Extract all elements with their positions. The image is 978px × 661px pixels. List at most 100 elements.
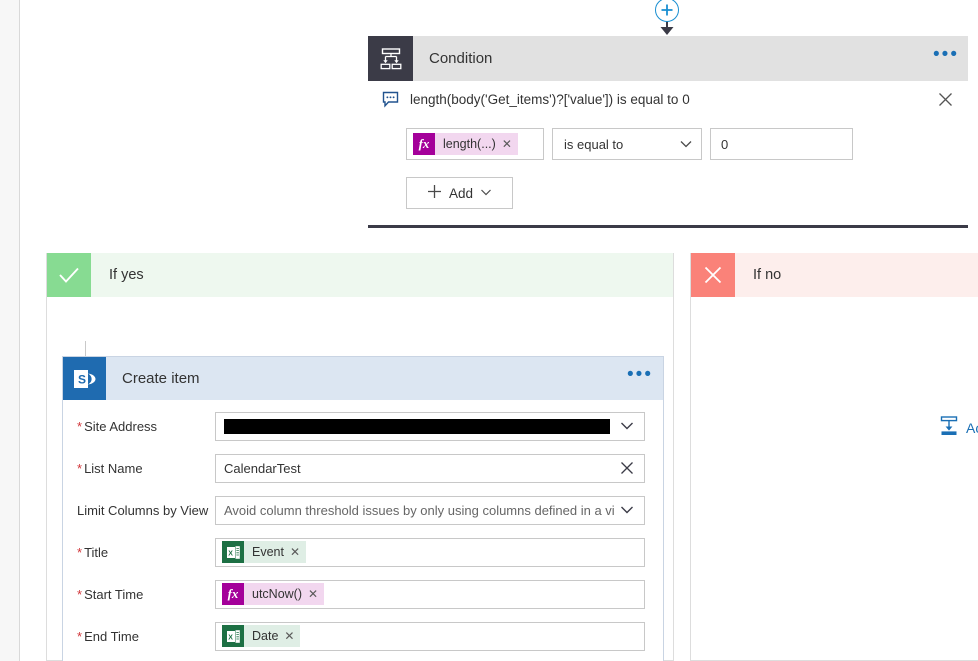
list-name-value: CalendarTest bbox=[224, 460, 301, 476]
limit-columns-dropdown[interactable]: Avoid column threshold issues by only us… bbox=[215, 495, 645, 525]
condition-summary-row: length(body('Get_items')?['value']) is e… bbox=[368, 81, 968, 118]
branch-if-no-body: Ac bbox=[691, 297, 978, 661]
start-time-input[interactable]: fx utcNow() ✕ bbox=[215, 579, 645, 609]
branch-if-no: If no Ac bbox=[690, 253, 978, 661]
field-label-limit-columns-by-view: Limit Columns by View bbox=[77, 502, 209, 518]
excel-icon: X bbox=[222, 541, 244, 563]
create-item-card-body: * Site Address * List Name CalendarTest … bbox=[63, 400, 663, 661]
branch-if-no-label: If no bbox=[753, 267, 782, 283]
condition-add-button[interactable]: Add bbox=[406, 177, 513, 209]
plus-icon bbox=[427, 184, 442, 202]
condition-add-label: Add bbox=[448, 185, 474, 201]
token-label-wrapper: Date ✕ bbox=[244, 625, 301, 647]
condition-card-title: Condition bbox=[429, 50, 493, 67]
end-time-input[interactable]: X Date ✕ bbox=[215, 621, 645, 651]
field-row-limit-columns-by-view: Limit Columns by View Avoid column thres… bbox=[63, 493, 663, 527]
token-label-wrapper: length(...) ✕ bbox=[435, 133, 518, 155]
checkmark-icon bbox=[47, 253, 91, 297]
required-indicator: * bbox=[77, 586, 83, 602]
create-item-card-header[interactable]: S Create item ••• bbox=[63, 357, 663, 400]
condition-clause-row: fx length(...) ✕ is equal to 0 bbox=[406, 128, 968, 160]
limit-columns-value: Avoid column threshold issues by only us… bbox=[224, 502, 614, 518]
field-label-end-time: * End Time bbox=[77, 628, 139, 644]
site-address-dropdown[interactable] bbox=[215, 411, 645, 441]
condition-operator-value: is equal to bbox=[564, 136, 624, 152]
add-action-link[interactable]: Ac bbox=[938, 415, 978, 440]
designer-left-gutter bbox=[0, 0, 19, 661]
field-label-start-time: * Start Time bbox=[77, 586, 144, 602]
remove-token-icon[interactable]: ✕ bbox=[284, 629, 294, 643]
chevron-down-icon[interactable] bbox=[614, 413, 640, 439]
title-input[interactable]: X Event ✕ bbox=[215, 537, 645, 567]
field-row-list-name: * List Name CalendarTest bbox=[63, 451, 663, 485]
expression-token-length[interactable]: fx length(...) ✕ bbox=[413, 133, 518, 155]
condition-card-menu-button[interactable]: ••• bbox=[924, 36, 968, 81]
condition-card-body: length(body('Get_items')?['value']) is e… bbox=[368, 81, 968, 225]
field-row-title: * Title X Event ✕ bbox=[63, 535, 663, 569]
list-name-input[interactable]: CalendarTest bbox=[215, 453, 645, 483]
add-condition-icon bbox=[938, 415, 960, 440]
field-row-end-time: * End Time X Date ✕ bbox=[63, 619, 663, 653]
condition-right-operand-value: 0 bbox=[721, 136, 729, 152]
svg-text:S: S bbox=[78, 372, 86, 386]
create-item-card-title: Create item bbox=[122, 370, 200, 387]
field-label-title: * Title bbox=[77, 544, 109, 560]
chevron-down-icon[interactable] bbox=[614, 497, 640, 523]
function-icon: fx bbox=[222, 583, 244, 605]
branch-if-yes-label: If yes bbox=[109, 267, 144, 283]
close-icon[interactable] bbox=[614, 455, 640, 481]
required-indicator: * bbox=[77, 460, 83, 476]
remove-token-icon[interactable]: ✕ bbox=[502, 137, 512, 151]
token-label: length(...) bbox=[443, 137, 496, 151]
token-label: Event bbox=[252, 545, 284, 559]
branch-if-yes-header: If yes bbox=[47, 253, 673, 297]
create-item-action-card: S Create item ••• * Site Address * List … bbox=[62, 356, 664, 661]
redacted-value bbox=[224, 418, 610, 434]
designer-gutter-divider bbox=[19, 0, 20, 661]
comment-icon bbox=[382, 91, 399, 108]
field-row-start-time: * Start Time fx utcNow() ✕ bbox=[63, 577, 663, 611]
condition-editor: fx length(...) ✕ is equal to 0 Add bbox=[368, 118, 968, 225]
expression-token-utcnow[interactable]: fx utcNow() ✕ bbox=[222, 583, 325, 605]
token-label-wrapper: utcNow() ✕ bbox=[244, 583, 325, 605]
remove-token-icon[interactable]: ✕ bbox=[308, 587, 318, 601]
token-label: Date bbox=[252, 629, 279, 643]
dynamic-token-date[interactable]: X Date ✕ bbox=[222, 625, 301, 647]
token-label: utcNow() bbox=[252, 587, 303, 601]
condition-card: Condition ••• length(body('Get_items')?[… bbox=[368, 36, 968, 228]
svg-text:X: X bbox=[228, 634, 233, 641]
svg-text:X: X bbox=[228, 550, 233, 557]
x-mark-icon bbox=[691, 253, 735, 297]
add-action-label: Ac bbox=[966, 419, 978, 436]
condition-summary-text: length(body('Get_items')?['value']) is e… bbox=[410, 92, 690, 107]
flow-designer-canvas: Condition ••• length(body('Get_items')?[… bbox=[0, 0, 978, 661]
condition-right-operand-input[interactable]: 0 bbox=[710, 128, 853, 160]
condition-branch-icon bbox=[368, 36, 413, 81]
chevron-down-icon[interactable] bbox=[679, 137, 693, 151]
condition-close-icon[interactable] bbox=[932, 87, 958, 113]
condition-left-operand-input[interactable]: fx length(...) ✕ bbox=[406, 128, 544, 160]
token-label-wrapper: Event ✕ bbox=[244, 541, 307, 563]
remove-token-icon[interactable]: ✕ bbox=[290, 545, 300, 559]
function-icon: fx bbox=[413, 133, 435, 155]
branch-if-no-header: If no bbox=[691, 253, 978, 297]
create-item-card-menu-button[interactable]: ••• bbox=[617, 357, 663, 400]
excel-icon: X bbox=[222, 625, 244, 647]
condition-card-header[interactable]: Condition ••• bbox=[368, 36, 968, 81]
plus-circle-icon bbox=[661, 4, 673, 16]
dynamic-token-event[interactable]: X Event ✕ bbox=[222, 541, 307, 563]
field-row-site-address: * Site Address bbox=[63, 409, 663, 443]
required-indicator: * bbox=[77, 628, 83, 644]
sharepoint-icon: S bbox=[63, 357, 106, 400]
field-label-site-address: * Site Address bbox=[77, 418, 158, 434]
required-indicator: * bbox=[77, 544, 83, 560]
field-label-list-name: * List Name bbox=[77, 460, 143, 476]
condition-operator-select[interactable]: is equal to bbox=[552, 128, 702, 160]
chevron-down-icon[interactable] bbox=[480, 186, 492, 201]
